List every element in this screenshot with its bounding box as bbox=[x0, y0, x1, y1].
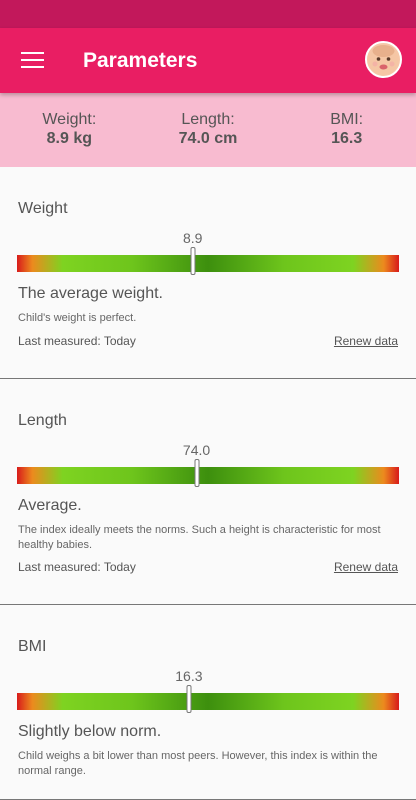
bmi-value-label: 16.3 bbox=[175, 668, 203, 684]
summary-length-value: 74.0 cm bbox=[178, 130, 238, 147]
length-status: Average. bbox=[18, 497, 82, 514]
bmi-scale-bar bbox=[17, 685, 399, 713]
summary-bmi-value: 16.3 bbox=[331, 130, 363, 147]
summary-panel: Weight: 8.9 kg Length: 74.0 cm BMI: 16.3 bbox=[0, 93, 416, 167]
weight-description: Child's weight is perfect. bbox=[18, 312, 137, 324]
baby-avatar-icon[interactable] bbox=[365, 41, 402, 78]
weight-scale-bar bbox=[17, 247, 399, 275]
status-bar bbox=[0, 0, 416, 28]
bmi-description: Child weighs a bit lower than most peers… bbox=[18, 750, 378, 777]
page-title: Parameters bbox=[83, 48, 198, 72]
length-scale-bar bbox=[17, 459, 399, 487]
length-last-measured: Last measured: Today bbox=[18, 560, 136, 574]
summary-length-label: Length: bbox=[181, 111, 235, 128]
summary-weight: Weight: 8.9 kg bbox=[0, 111, 139, 149]
weight-value-label: 8.9 bbox=[182, 230, 203, 246]
menu-icon[interactable] bbox=[21, 52, 44, 69]
summary-bmi-label: BMI: bbox=[330, 111, 364, 128]
summary-length: Length: 74.0 cm bbox=[139, 111, 278, 149]
bmi-indicator bbox=[186, 685, 192, 713]
bmi-status: Slightly below norm. bbox=[18, 723, 162, 740]
length-section: Length 74.0 Average. The index ideally m… bbox=[0, 379, 416, 605]
length-description: The index ideally meets the norms. Such … bbox=[18, 524, 381, 551]
weight-title: Weight bbox=[18, 200, 68, 217]
summary-weight-value: 8.9 kg bbox=[46, 130, 93, 147]
length-title: Length bbox=[18, 412, 67, 429]
bmi-title: BMI bbox=[18, 638, 47, 655]
summary-weight-label: Weight: bbox=[42, 111, 97, 128]
length-indicator bbox=[194, 459, 200, 487]
length-renew-link[interactable]: Renew data bbox=[334, 560, 398, 574]
weight-last-measured: Last measured: Today bbox=[18, 334, 136, 348]
summary-bmi: BMI: 16.3 bbox=[277, 111, 416, 149]
weight-indicator bbox=[190, 247, 196, 275]
weight-section: Weight 8.9 The average weight. Child's w… bbox=[0, 167, 416, 379]
length-value-label: 74.0 bbox=[182, 442, 211, 458]
weight-status: The average weight. bbox=[18, 285, 163, 302]
weight-renew-link[interactable]: Renew data bbox=[334, 334, 398, 348]
bmi-section: BMI 16.3 Slightly below norm. Child weig… bbox=[0, 605, 416, 800]
app-bar: Parameters bbox=[0, 28, 416, 93]
